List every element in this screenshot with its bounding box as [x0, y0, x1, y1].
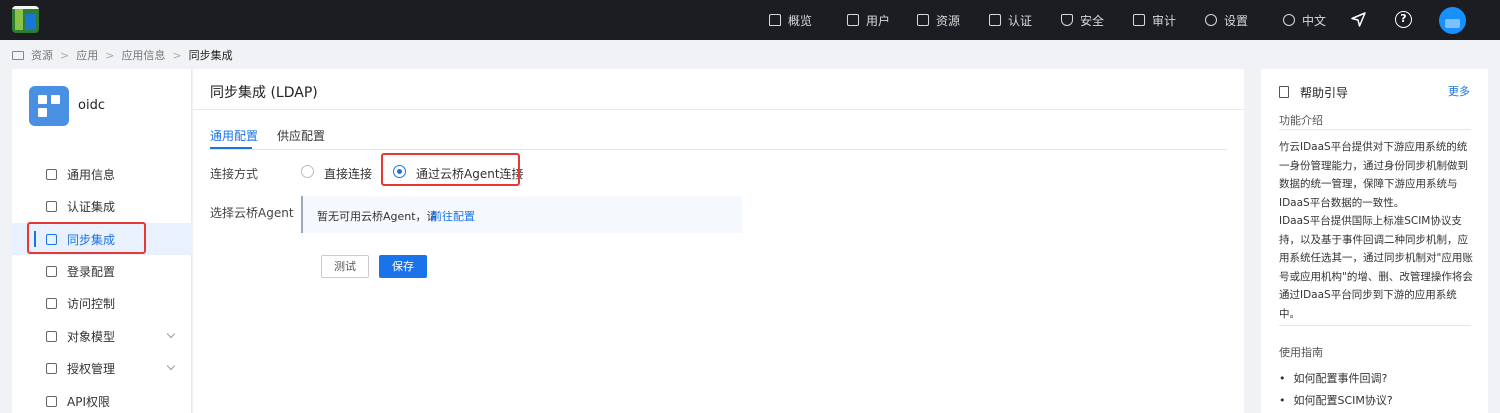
breadcrumb-apps[interactable]: 应用 — [76, 47, 98, 63]
nav-item-audit[interactable]: 审计 — [1133, 0, 1176, 40]
intro-title: 功能介绍 — [1279, 114, 1323, 127]
folder-icon — [12, 50, 24, 60]
page-title: 同步集成 (LDAP) — [210, 85, 318, 101]
sidebar-item-api-permission[interactable]: API权限 — [12, 385, 192, 413]
sidebar-item-auth-integration[interactable]: 认证集成 — [12, 190, 192, 222]
connection-method-label: 连接方式 — [210, 167, 259, 181]
nav-item-resources[interactable]: 资源 — [917, 0, 960, 40]
bamboo-logo-icon[interactable] — [12, 6, 39, 33]
help-divider — [1279, 325, 1471, 326]
radio-direct-connect-label[interactable]: 直接连接 — [324, 165, 372, 182]
sidebar-item-authorization[interactable]: 授权管理 — [12, 352, 192, 384]
test-button[interactable]: 测试 — [321, 255, 369, 278]
chevron-down-icon — [166, 329, 176, 339]
help-divider — [1279, 129, 1471, 130]
agent-alert: 暂无可用云桥Agent，请 前往配置 — [301, 196, 742, 233]
sidebar-item-access-control[interactable]: 访问控制 — [12, 287, 192, 319]
sidebar-item-general-info[interactable]: 通用信息 — [12, 158, 192, 190]
document-icon — [46, 168, 57, 180]
key-icon — [46, 362, 57, 374]
breadcrumb-separator: > — [60, 48, 70, 62]
help-icon[interactable]: ? — [1395, 11, 1412, 28]
guide-link-event-callback[interactable]: 如何配置事件回调? — [1279, 370, 1388, 386]
model-icon — [46, 330, 57, 342]
tab-provision-config[interactable]: 供应配置 — [277, 127, 325, 144]
nav-item-overview[interactable]: 概览 — [769, 0, 812, 40]
nav-item-users[interactable]: 用户 — [847, 0, 890, 40]
app-icon — [29, 86, 69, 126]
folder-icon — [917, 14, 929, 26]
avatar[interactable] — [1439, 7, 1466, 34]
breadcrumb-app-info[interactable]: 应用信息 — [121, 47, 165, 63]
breadcrumb-separator: > — [172, 48, 182, 62]
globe-icon — [1283, 14, 1295, 26]
tabs-divider — [210, 149, 1227, 150]
send-icon[interactable] — [1351, 12, 1366, 27]
highlight-box-agent-option — [381, 153, 520, 186]
guide-link-scim[interactable]: 如何配置SCIM协议? — [1279, 392, 1393, 408]
intro-paragraph: 竹云IDaaS平台提供对下游应用系统的统一身份管理能力，通过身份同步机制做到数据… — [1279, 141, 1468, 209]
breadcrumb: 资源 > 应用 > 应用信息 > 同步集成 — [12, 41, 233, 69]
audit-icon — [1133, 14, 1145, 26]
highlight-box-sidebar — [27, 222, 146, 254]
select-agent-label: 选择云桥Agent — [210, 206, 294, 220]
help-title: 帮助引导 — [1300, 86, 1349, 100]
app-name: oidc — [78, 98, 105, 113]
save-button[interactable]: 保存 — [379, 255, 427, 278]
intro-text: 竹云IDaaS平台提供对下游应用系统的统一身份管理能力，通过身份同步机制做到数据… — [1279, 138, 1473, 323]
api-icon — [46, 395, 57, 407]
book-icon — [1279, 86, 1289, 98]
language-switcher[interactable]: 中文 — [1283, 0, 1326, 40]
access-icon — [46, 297, 57, 309]
home-icon — [769, 14, 781, 26]
radio-direct-connect[interactable] — [301, 165, 314, 178]
breadcrumb-separator: > — [105, 48, 115, 62]
intro-paragraph: IDaaS平台提供国际上标准SCIM协议支持，以及基于事件回调二种同步机制，应用… — [1279, 215, 1473, 320]
sidebar-item-object-model[interactable]: 对象模型 — [12, 320, 192, 352]
monitor-icon — [989, 14, 1001, 26]
help-panel: 帮助引导 更多 功能介绍 竹云IDaaS平台提供对下游应用系统的统一身份管理能力… — [1261, 69, 1488, 413]
go-configure-link[interactable]: 前往配置 — [431, 208, 475, 224]
sidebar-item-login-config[interactable]: 登录配置 — [12, 255, 192, 287]
title-divider — [193, 109, 1244, 110]
user-icon — [847, 14, 859, 26]
breadcrumb-resources[interactable]: 资源 — [31, 47, 53, 63]
breadcrumb-current: 同步集成 — [188, 49, 233, 62]
sliders-icon — [46, 200, 57, 212]
tab-general-config[interactable]: 通用配置 — [210, 127, 258, 144]
help-more-link[interactable]: 更多 — [1448, 83, 1470, 99]
agent-alert-text: 暂无可用云桥Agent，请 — [317, 210, 438, 223]
guide-title: 使用指南 — [1279, 346, 1323, 359]
chevron-down-icon — [166, 361, 176, 371]
top-bar: 概览 用户 资源 认证 安全 审计 设置 中文 ? — [0, 0, 1500, 40]
shield-icon — [1061, 14, 1073, 26]
gear-icon — [1205, 14, 1217, 26]
nav-item-auth[interactable]: 认证 — [989, 0, 1032, 40]
nav-item-settings[interactable]: 设置 — [1205, 0, 1248, 40]
main-panel: 同步集成 (LDAP) 通用配置 供应配置 连接方式 直接连接 通过云桥Agen… — [193, 69, 1244, 413]
login-icon — [46, 265, 57, 277]
nav-item-security[interactable]: 安全 — [1061, 0, 1104, 40]
